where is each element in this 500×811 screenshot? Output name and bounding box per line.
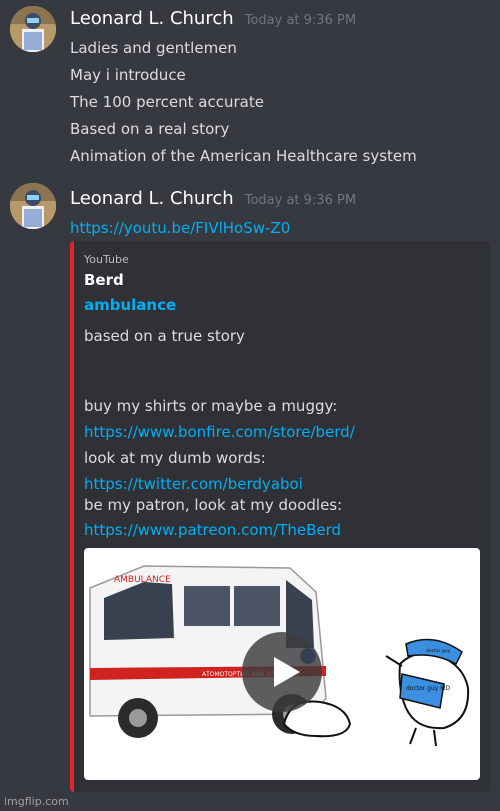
avatar-image [10, 6, 56, 52]
youtube-link[interactable]: https://youtu.be/FIVlHoSw-Z0 [70, 219, 290, 237]
avatar-image [10, 183, 56, 229]
embed-description-line: based on a true story [84, 327, 245, 345]
message-text-line: Animation of the American Healthcare sys… [70, 147, 417, 165]
message-text-line: The 100 percent accurate [70, 93, 264, 111]
embed-description-line: buy my shirts or maybe a muggy: [84, 397, 338, 415]
embed-accent-bar [70, 241, 74, 792]
timestamp: Today at 9:36 PM [244, 13, 357, 28]
doctor-badge-text: doctor guy MD [406, 685, 450, 692]
play-button[interactable] [242, 632, 322, 712]
message-text-line: Based on a real story [70, 120, 230, 138]
message-text-line: Ladies and gentlemen [70, 39, 237, 57]
author-name[interactable]: Leonard L. Church [70, 8, 234, 29]
link-embed: YouTube Berd ambulance based on a true s… [70, 241, 490, 792]
embed-link-bonfire[interactable]: https://www.bonfire.com/store/berd/ [84, 423, 355, 441]
user-avatar[interactable] [10, 183, 56, 229]
watermark: imgflip.com [4, 795, 69, 808]
embed-description-line: look at my dumb words: [84, 449, 266, 467]
video-thumbnail[interactable]: AMBULANCE АТОМОТОРТИЛ ВИЙ ЛЛОЖИЛО doctor… [84, 548, 480, 780]
embed-author[interactable]: Berd [84, 271, 124, 289]
timestamp: Today at 9:36 PM [244, 193, 357, 208]
author-name[interactable]: Leonard L. Church [70, 188, 234, 209]
embed-link-patreon[interactable]: https://www.patreon.com/TheBerd [84, 521, 341, 539]
embed-provider[interactable]: YouTube [84, 253, 129, 266]
play-icon [274, 657, 300, 687]
embed-title[interactable]: ambulance [84, 296, 176, 314]
message-header: Leonard L. Church Today at 9:36 PM [70, 8, 356, 29]
vehicle-text: AMBULANCE [114, 575, 171, 585]
embed-link-twitter[interactable]: https://twitter.com/berdyaboi [84, 475, 303, 493]
doctor-cap-text: doctor guy [426, 648, 451, 654]
embed-description-line: be my patron, look at my doodles: [84, 496, 343, 514]
message-text-line: May i introduce [70, 66, 186, 84]
message-header: Leonard L. Church Today at 9:36 PM [70, 188, 356, 209]
user-avatar[interactable] [10, 6, 56, 52]
